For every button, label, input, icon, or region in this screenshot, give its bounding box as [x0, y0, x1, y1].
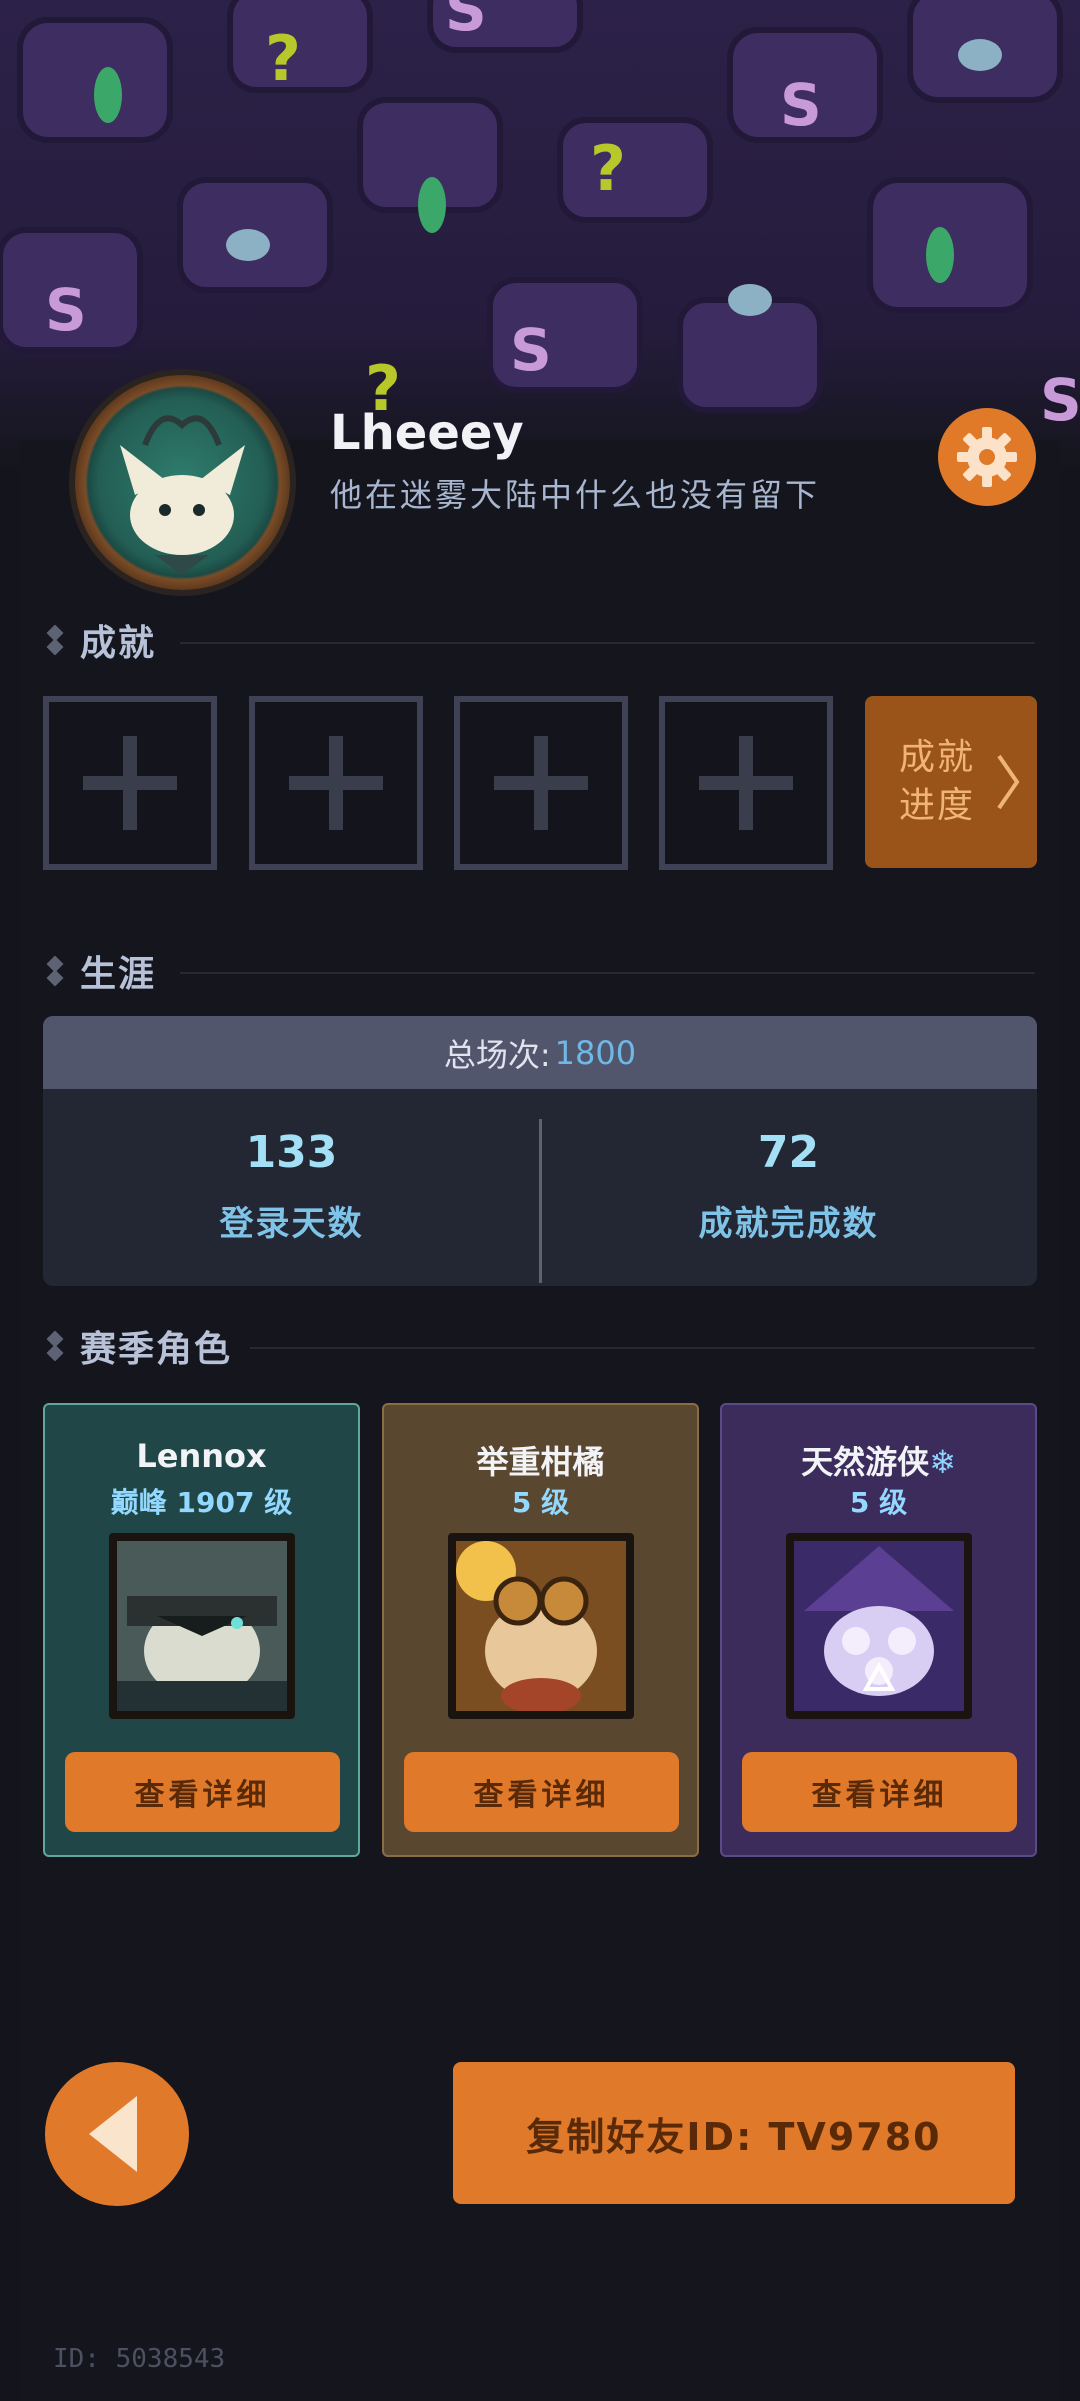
plus-icon	[83, 736, 177, 830]
plus-icon	[494, 736, 588, 830]
section-achievements-label: 成就	[80, 623, 157, 664]
diamond-icon	[46, 956, 64, 986]
login-days-value: 133	[245, 1127, 338, 1178]
view-details-button[interactable]: 查看详细	[404, 1752, 679, 1832]
diamond-icon	[46, 625, 64, 655]
diamond-icon	[46, 1331, 64, 1361]
back-arrow-icon	[89, 2096, 137, 2172]
svg-text:S: S	[780, 71, 822, 139]
achievement-progress-line2: 进度	[898, 785, 975, 826]
divider	[250, 1347, 1035, 1349]
section-season-roles: 赛季角色	[40, 1321, 232, 1371]
character-name: Lennox	[136, 1437, 267, 1475]
plus-icon	[699, 736, 793, 830]
character-portrait-image	[794, 1541, 964, 1711]
svg-text:?: ?	[265, 22, 301, 95]
plus-icon	[289, 736, 383, 830]
section-career-label: 生涯	[80, 954, 157, 995]
character-level: 5 级	[849, 1486, 908, 1519]
user-id: ID: 5038543	[53, 2344, 226, 2374]
divider	[180, 972, 1035, 974]
snowflake-icon: ❄	[929, 1443, 956, 1481]
character-portrait	[786, 1533, 972, 1719]
svg-text:S: S	[1040, 366, 1080, 434]
svg-text:S: S	[45, 276, 87, 344]
section-achievements: 成就	[40, 615, 156, 665]
total-matches: 总场次: 1800	[43, 1016, 1037, 1089]
achievement-slot-1[interactable]	[43, 696, 217, 870]
svg-text:?: ?	[590, 132, 626, 205]
character-portrait-image	[456, 1541, 626, 1711]
total-matches-value: 1800	[554, 1033, 637, 1072]
total-matches-label: 总场次:	[443, 1035, 551, 1074]
achievement-slot-2[interactable]	[249, 696, 423, 870]
copy-friend-id-button[interactable]: 复制好友ID: TV9780	[453, 2062, 1015, 2204]
svg-text:S: S	[445, 0, 487, 44]
achievements-done-label: 成就完成数	[698, 1204, 879, 1244]
avatar[interactable]	[75, 375, 290, 590]
view-details-button[interactable]: 查看详细	[742, 1752, 1017, 1832]
character-portrait	[109, 1533, 295, 1719]
achievements-done-value: 72	[757, 1127, 820, 1178]
view-details-button[interactable]: 查看详细	[65, 1752, 340, 1832]
username: Lheeey	[330, 405, 524, 461]
login-days-stat: 133 登录天数	[43, 1089, 540, 1286]
character-name: 天然游侠❄	[722, 1437, 1035, 1483]
character-name: 举重柑橘	[476, 1443, 605, 1481]
cat-avatar-icon	[120, 415, 245, 575]
back-button[interactable]	[45, 2062, 189, 2206]
section-career: 生涯	[40, 946, 156, 996]
gear-icon	[957, 427, 1017, 487]
achievement-progress-line1: 成就	[898, 737, 975, 778]
character-card-2[interactable]: 举重柑橘 5 级 查看详细	[382, 1403, 699, 1857]
divider	[180, 642, 1035, 644]
character-portrait	[448, 1533, 634, 1719]
section-season-roles-label: 赛季角色	[80, 1329, 233, 1370]
profile-motto: 他在迷雾大陆中什么也没有留下	[330, 476, 821, 514]
achievement-slot-3[interactable]	[454, 696, 628, 870]
achievement-progress-button[interactable]: 成就 进度	[865, 696, 1037, 868]
career-stats: 总场次: 1800 133 登录天数 72 成就完成数	[43, 1016, 1037, 1286]
svg-text:S: S	[510, 316, 552, 384]
character-name-text: 天然游侠	[801, 1443, 930, 1481]
chevron-right-icon	[997, 754, 1020, 810]
character-card-1[interactable]: Lennox 巅峰 1907 级 查看详细	[43, 1403, 360, 1857]
character-portrait-image	[117, 1541, 287, 1711]
achievement-slot-4[interactable]	[659, 696, 833, 870]
character-level: 巅峰 1907 级	[110, 1486, 293, 1519]
character-card-3[interactable]: 天然游侠❄ 5 级 查看详细	[720, 1403, 1037, 1857]
settings-button[interactable]	[938, 408, 1036, 506]
login-days-label: 登录天数	[219, 1204, 364, 1244]
achievements-done-stat: 72 成就完成数	[540, 1089, 1037, 1286]
character-level: 5 级	[511, 1486, 570, 1519]
